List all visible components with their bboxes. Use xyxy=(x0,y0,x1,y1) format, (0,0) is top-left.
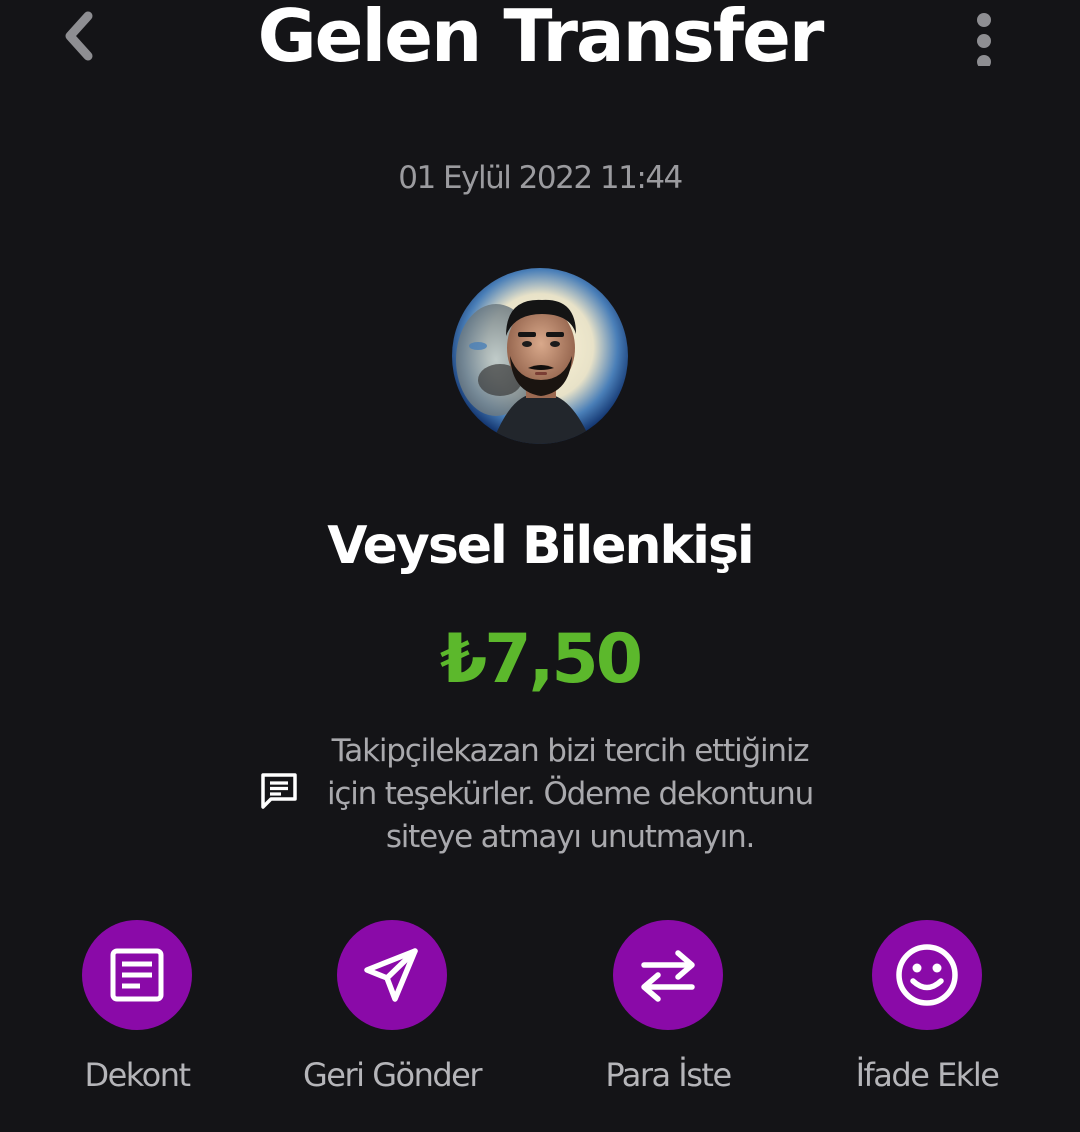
send-icon xyxy=(364,948,418,1002)
action-bar: Dekont Geri Gönder Para İste İfade Ekle xyxy=(0,920,1080,1120)
swap-arrows-icon xyxy=(641,950,695,1002)
transfer-amount: ₺7,50 xyxy=(439,620,643,699)
add-reaction-button-circle[interactable] xyxy=(872,920,982,1030)
receipt-label: Dekont xyxy=(84,1056,191,1094)
add-reaction-label: İfade Ekle xyxy=(855,1056,1000,1094)
page-title: Gelen Transfer xyxy=(257,0,825,78)
send-back-button[interactable]: Geri Gönder xyxy=(272,920,512,1094)
request-money-button-circle[interactable] xyxy=(613,920,723,1030)
request-money-button[interactable]: Para İste xyxy=(548,920,788,1094)
sender-name: Veysel Bilenkişi xyxy=(327,516,754,576)
request-money-label: Para İste xyxy=(605,1056,732,1094)
receipt-button[interactable]: Dekont xyxy=(17,920,257,1094)
transaction-date: 01 Eylül 2022 11:44 xyxy=(398,160,683,196)
add-reaction-button[interactable]: İfade Ekle xyxy=(807,920,1047,1094)
smiley-icon xyxy=(896,944,958,1006)
send-back-button-circle[interactable] xyxy=(337,920,447,1030)
transfer-message: Takipçilekazan bizi tercih ettiğiniz içi… xyxy=(326,733,814,855)
user-portrait-image xyxy=(452,268,628,444)
message-icon xyxy=(258,770,300,812)
more-vertical-icon xyxy=(977,13,991,66)
avatar[interactable] xyxy=(452,268,628,444)
app-header: Gelen Transfer xyxy=(0,0,1080,80)
send-back-label: Geri Gönder xyxy=(302,1056,483,1094)
receipt-button-circle[interactable] xyxy=(82,920,192,1030)
receipt-icon xyxy=(110,948,164,1002)
more-options-button[interactable] xyxy=(958,0,1010,72)
